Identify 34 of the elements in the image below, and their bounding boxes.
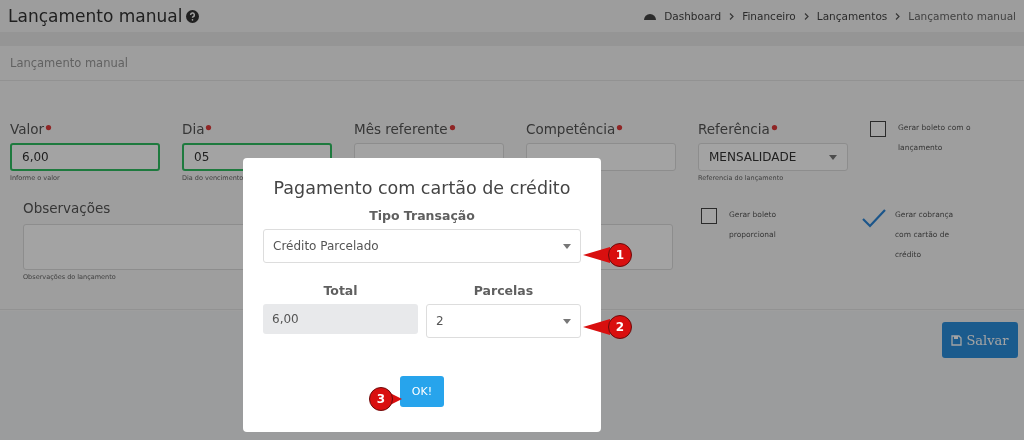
checkmark-icon[interactable] [861,208,887,228]
input-field[interactable]: 6,00 [10,143,160,171]
caret-icon [829,154,837,160]
dialog-title: Pagamento com cartão de crédito [273,178,571,198]
card-title: Lançamento manual [10,56,128,70]
field-label: Mês referente [354,121,448,139]
step-marker: 2 [608,315,632,339]
field-label: Valor [10,121,45,139]
chevron-icon [895,12,901,20]
breadcrumb-link[interactable]: Lançamentos [816,10,888,22]
dashboard-icon [644,11,657,21]
field-label: Dia [182,121,205,139]
select-field[interactable]: Crédito Parcelado [263,229,581,263]
pointer-arrow-icon [583,247,610,263]
chevron-icon [803,12,809,20]
field-label: Observações [23,200,111,218]
checkbox[interactable] [701,208,717,224]
pointer-arrow-icon [583,319,610,335]
chevron-icon [729,12,735,20]
breadcrumb-link[interactable]: Financeiro [742,10,796,22]
page-title: Lançamento manual [8,6,183,26]
help-icon[interactable] [186,9,200,23]
field-label: Total [323,283,358,298]
field-label: Tipo Transação [369,208,475,223]
field-label: Parcelas [473,283,534,298]
select-field[interactable]: 2 [426,304,581,338]
select-field[interactable]: MENSALIDADE [698,143,848,171]
checkbox[interactable] [870,121,886,137]
input-field: 6,00 [263,304,418,334]
caret-icon [563,243,571,249]
caret-icon [563,318,571,324]
field-label: Referência [698,121,770,139]
breadcrumb-link[interactable]: Dashboard [664,10,722,22]
field-label: Competência [526,121,616,139]
